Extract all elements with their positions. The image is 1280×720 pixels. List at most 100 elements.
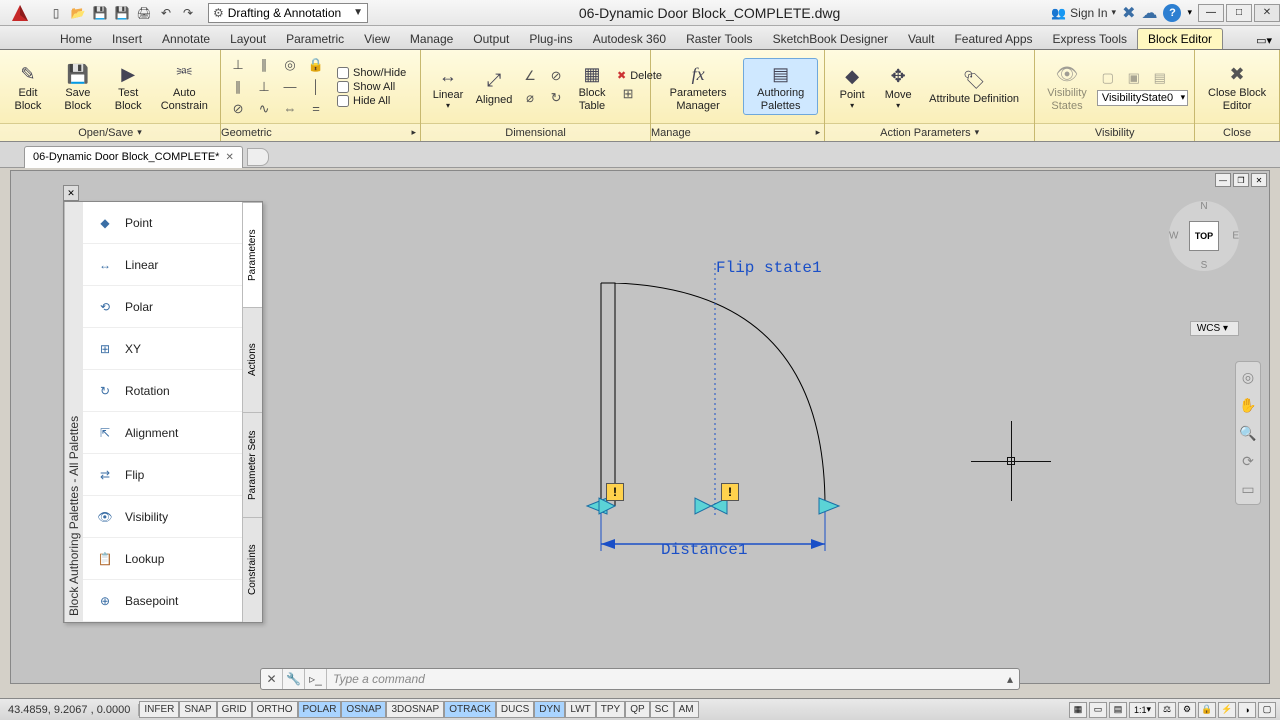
warning-marker-icon[interactable]: ! bbox=[721, 483, 739, 501]
ribbon-tab-express-tools[interactable]: Express Tools bbox=[1043, 29, 1137, 49]
gc-fix-icon[interactable]: 🔒 bbox=[305, 55, 327, 75]
status-toggle-ducs[interactable]: DUCS bbox=[496, 701, 534, 718]
dc-rad-icon[interactable]: ⌀ bbox=[519, 88, 541, 108]
vis-make-invisible-icon[interactable]: ▣ bbox=[1123, 68, 1145, 88]
status-toggle-sc[interactable]: SC bbox=[650, 701, 674, 718]
close-button[interactable]: ✕ bbox=[1254, 4, 1280, 22]
gc-parallel-icon[interactable]: ∥ bbox=[227, 77, 249, 97]
status-toggle-otrack[interactable]: OTRACK bbox=[444, 701, 496, 718]
auto-constrain-button[interactable]: ⎃Auto Constrain bbox=[155, 59, 214, 113]
dc-conv-icon[interactable]: ↻ bbox=[545, 88, 567, 108]
annoscale-icon[interactable]: ⚖ bbox=[1158, 702, 1176, 718]
qat-save-icon[interactable]: 💾 bbox=[90, 3, 110, 23]
status-toggle-qp[interactable]: QP bbox=[625, 701, 649, 718]
ribbon-tab-layout[interactable]: Layout bbox=[220, 29, 276, 49]
ribbon-tab-featured-apps[interactable]: Featured Apps bbox=[944, 29, 1042, 49]
ribbon-tab-raster-tools[interactable]: Raster Tools bbox=[676, 29, 762, 49]
dc-construct-icon[interactable]: ⊞ bbox=[617, 84, 639, 104]
gc-concentric-icon[interactable]: ◎ bbox=[279, 55, 301, 75]
aligned-dim-button[interactable]: ⤢Aligned bbox=[473, 66, 515, 108]
ribbon-tab-parametric[interactable]: Parametric bbox=[276, 29, 354, 49]
nav-pan-icon[interactable]: ✋ bbox=[1239, 396, 1257, 414]
lock-ui-icon[interactable]: 🔒 bbox=[1198, 702, 1216, 718]
minimize-button[interactable]: — bbox=[1198, 4, 1224, 22]
status-toggle-polar[interactable]: POLAR bbox=[298, 701, 342, 718]
status-toggle-ortho[interactable]: ORTHO bbox=[252, 701, 298, 718]
qat-open-icon[interactable]: 📂 bbox=[68, 3, 88, 23]
vis-make-visible-icon[interactable]: ▢ bbox=[1097, 68, 1119, 88]
clean-screen-icon[interactable]: ▢ bbox=[1258, 702, 1276, 718]
cmd-close-icon[interactable]: ✕ bbox=[261, 669, 283, 689]
parameters-manager-button[interactable]: fxParameters Manager bbox=[657, 59, 739, 113]
command-line[interactable]: ✕ 🔧 ▹_ Type a command ▴ bbox=[260, 668, 1020, 690]
gc-horiz-icon[interactable]: — bbox=[279, 77, 301, 97]
status-toggle-snap[interactable]: SNAP bbox=[179, 701, 216, 718]
layout-button[interactable]: ▭ bbox=[1089, 702, 1107, 718]
nav-showmotion-icon[interactable]: ▭ bbox=[1239, 480, 1257, 498]
hide-all-toggle[interactable]: Hide All bbox=[337, 95, 406, 107]
edit-block-button[interactable]: ✎Edit Block bbox=[6, 59, 50, 113]
visibility-state-dropdown[interactable]: VisibilityState0 bbox=[1097, 90, 1188, 106]
workspace-dropdown[interactable]: ⚙ Drafting & Annotation ▼ bbox=[208, 3, 368, 23]
qat-new-icon[interactable]: ▯ bbox=[46, 3, 66, 23]
ribbon-tab-home[interactable]: Home bbox=[50, 29, 102, 49]
status-toggle-lwt[interactable]: LWT bbox=[565, 701, 595, 718]
save-block-button[interactable]: 💾Save Block bbox=[54, 59, 102, 113]
exchange-icon[interactable]: ✖ bbox=[1122, 3, 1135, 23]
block-table-button[interactable]: ▦Block Table bbox=[571, 59, 613, 113]
ribbon-tab-insert[interactable]: Insert bbox=[102, 29, 152, 49]
viewcube-south[interactable]: S bbox=[1201, 260, 1208, 271]
add-document-tab-button[interactable] bbox=[247, 148, 269, 166]
distance-parameter-label[interactable]: Distance1 bbox=[661, 541, 747, 559]
maximize-button[interactable]: □ bbox=[1226, 4, 1252, 22]
viewcube-west[interactable]: W bbox=[1169, 231, 1178, 242]
panel-launcher-icon[interactable]: ▸ bbox=[411, 127, 420, 138]
gc-vert-icon[interactable]: │ bbox=[305, 77, 327, 97]
nav-orbit-icon[interactable]: ⟳ bbox=[1239, 452, 1257, 470]
dc-dia-icon[interactable]: ⊘ bbox=[545, 66, 567, 86]
nav-wheel-icon[interactable]: ◎ bbox=[1239, 368, 1257, 386]
authoring-palettes-button[interactable]: ▤Authoring Palettes bbox=[743, 58, 818, 114]
ribbon-tab-plug-ins[interactable]: Plug-ins bbox=[519, 29, 582, 49]
show-all-toggle[interactable]: Show All bbox=[337, 81, 406, 93]
dc-ang-icon[interactable]: ∠ bbox=[519, 66, 541, 86]
cloud-icon[interactable]: ☁ bbox=[1141, 3, 1157, 23]
status-toggle-dyn[interactable]: DYN bbox=[534, 701, 565, 718]
isolate-icon[interactable]: ◑ bbox=[1238, 702, 1256, 718]
move-action-button[interactable]: ✥Move▾ bbox=[877, 61, 919, 112]
show-hide-toggle[interactable]: Show/Hide bbox=[337, 67, 406, 79]
ribbon-tab-vault[interactable]: Vault bbox=[898, 29, 944, 49]
model-button[interactable]: ▦ bbox=[1069, 702, 1087, 718]
qat-undo-icon[interactable]: ↶ bbox=[156, 3, 176, 23]
document-tab[interactable]: 06-Dynamic Door Block_COMPLETE* ✕ bbox=[24, 146, 243, 168]
ribbon-minimize-icon[interactable]: ▭▾ bbox=[1248, 32, 1280, 49]
qv-button[interactable]: ▤ bbox=[1109, 702, 1127, 718]
gc-tangent-icon[interactable]: ⊘ bbox=[227, 99, 249, 119]
ribbon-tab-view[interactable]: View bbox=[354, 29, 400, 49]
close-block-editor-button[interactable]: ✖Close Block Editor bbox=[1201, 59, 1273, 113]
viewcube-north[interactable]: N bbox=[1200, 201, 1207, 212]
status-toggle-am[interactable]: AM bbox=[674, 701, 699, 718]
status-toggle-tpy[interactable]: TPY bbox=[596, 701, 625, 718]
status-toggle-osnap[interactable]: OSNAP bbox=[341, 701, 386, 718]
scale-dropdown[interactable]: 1:1▾ bbox=[1129, 702, 1156, 718]
linear-dim-button[interactable]: ↔Linear▾ bbox=[427, 61, 469, 112]
help-icon[interactable]: ? bbox=[1163, 4, 1181, 22]
test-block-button[interactable]: ▶Test Block bbox=[106, 59, 151, 113]
vis-mode-icon[interactable]: ▤ bbox=[1149, 68, 1171, 88]
wcs-dropdown[interactable]: WCS ▾ bbox=[1190, 321, 1239, 336]
viewcube-east[interactable]: E bbox=[1232, 231, 1239, 242]
qat-plot-icon[interactable]: 🖨 bbox=[134, 3, 154, 23]
point-param-button[interactable]: ◆Point▾ bbox=[831, 61, 873, 112]
gc-perp-icon[interactable]: ⊥ bbox=[253, 77, 275, 97]
attdef-button[interactable]: 🏷Attribute Definition bbox=[923, 65, 1025, 107]
gc-equal-icon[interactable]: = bbox=[305, 99, 327, 119]
coordinates-readout[interactable]: 43.4859, 9.2067 , 0.0000 bbox=[0, 704, 139, 716]
hardware-accel-icon[interactable]: ⚡ bbox=[1218, 702, 1236, 718]
flip-parameter-label[interactable]: Flip state1 bbox=[716, 259, 822, 277]
gc-collinear-icon[interactable]: ∥ bbox=[253, 55, 275, 75]
command-input[interactable]: Type a command bbox=[327, 672, 1001, 686]
gc-smooth-icon[interactable]: ∿ bbox=[253, 99, 275, 119]
cmd-history-icon[interactable]: ▴ bbox=[1001, 672, 1019, 686]
ribbon-tab-sketchbook-designer[interactable]: SketchBook Designer bbox=[763, 29, 898, 49]
